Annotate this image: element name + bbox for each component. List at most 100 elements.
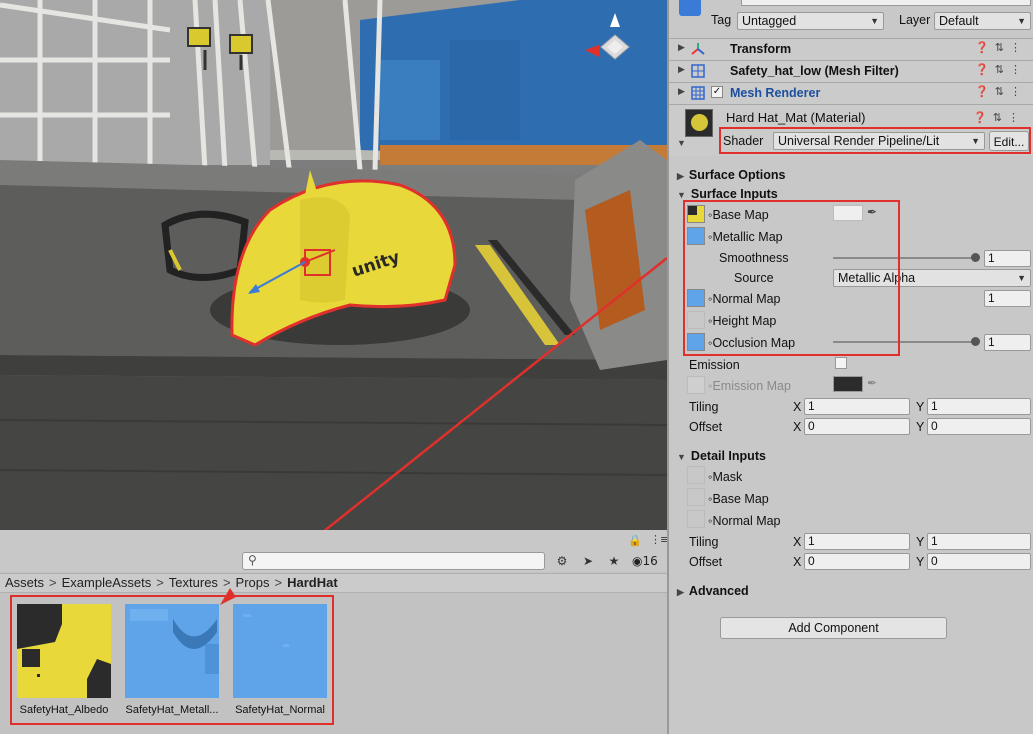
material-preview-icon (685, 109, 713, 137)
offset-y-field[interactable]: 0 (927, 418, 1031, 435)
scene-view[interactable]: unity (0, 0, 667, 530)
asset-grid: SafetyHat_Albedo SafetyHat_Metall... Saf… (0, 594, 667, 734)
layer-dropdown[interactable]: Default ▼ (934, 12, 1031, 30)
tag-dropdown[interactable]: Untagged ▼ (737, 12, 884, 30)
detail-offset-label: Offset (689, 555, 723, 569)
tag-value: Untagged (742, 14, 797, 28)
lock-icon[interactable]: 🔒 (628, 534, 642, 547)
offset-x-field[interactable]: 0 (804, 418, 910, 435)
breadcrumb: Assets > ExampleAssets > Textures > Props > Hard… (0, 573, 667, 593)
offset-label: Offset (689, 420, 723, 434)
detail-base-map-text: Base Map (712, 492, 769, 506)
advanced-foldout[interactable]: ▶ Advanced (677, 584, 749, 598)
component-transform[interactable]: ▶ Transform ❓⇅⋮ (669, 38, 1033, 60)
highlight-box-assets (10, 595, 334, 725)
foldout-arrow-icon: ▼ (677, 190, 686, 200)
detail-base-map-label: ◦Base Map (708, 492, 769, 506)
smoothness-slider-knob[interactable] (971, 253, 980, 262)
scene-render: unity (0, 0, 667, 530)
tiling-y-field[interactable]: 1 (927, 398, 1031, 415)
occlusion-slider-knob[interactable] (971, 337, 980, 346)
gameobject-icon (679, 0, 701, 16)
favorites-star-icon[interactable]: ★ (604, 552, 624, 570)
detail-normal-map-label: ◦Normal Map (708, 514, 781, 528)
detail-inputs-foldout[interactable]: ▼ Detail Inputs (677, 449, 766, 463)
smoothness-field[interactable]: 1 (984, 250, 1031, 267)
project-panel: 🔒 ⋮≡ ⚲ ⚙ ➤ ★ ◉16 Assets > ExampleAssets > Te… (0, 530, 669, 734)
detail-offset-y-field[interactable]: 0 (927, 553, 1031, 570)
eyedropper-icon[interactable]: ✒ (867, 376, 877, 390)
foldout-arrow-icon[interactable]: ▶ (678, 86, 685, 97)
normal-scale-field[interactable]: 1 (984, 290, 1031, 307)
mesh-filter-icon (691, 64, 705, 78)
breadcrumb-hardhat[interactable]: HardHat (287, 575, 338, 590)
hidden-packages-count[interactable]: ◉16 (632, 552, 658, 570)
enabled-checkbox[interactable]: ✓ (711, 86, 723, 98)
component-mesh-renderer[interactable]: ▶ ✓ Mesh Renderer ❓⇅⋮ (669, 82, 1033, 104)
y-label: Y (916, 535, 925, 549)
surface-inputs-foldout[interactable]: ▼ Surface Inputs (677, 187, 778, 201)
search-by-label-icon[interactable]: ➤ (578, 552, 598, 570)
foldout-arrow-icon: ▶ (677, 587, 684, 597)
emission-map-texture-slot[interactable] (687, 376, 705, 394)
inspector-panel: Tag Untagged ▼ Layer Default ▼ ▶ Transform… (667, 0, 1033, 734)
dropdown-arrow-icon: ▼ (1017, 16, 1026, 26)
name-field[interactable] (741, 0, 1031, 6)
material-tools[interactable]: ❓⇅⋮ (973, 111, 1025, 124)
chevron-right-icon: > (156, 575, 164, 590)
emission-label: Emission (689, 358, 740, 372)
surface-inputs-label: Surface Inputs (690, 187, 778, 201)
component-tools[interactable]: ❓⇅⋮ (975, 85, 1027, 98)
y-label: Y (916, 400, 925, 414)
component-mesh-filter[interactable]: ▶ Safety_hat_low (Mesh Filter) ❓⇅⋮ (669, 60, 1033, 82)
detail-offset-x-field[interactable]: 0 (804, 553, 910, 570)
add-component-button[interactable]: Add Component (720, 617, 947, 639)
dropdown-arrow-icon: ▼ (1017, 273, 1026, 283)
breadcrumb-exampleassets[interactable]: ExampleAssets (62, 575, 152, 590)
component-tools[interactable]: ❓⇅⋮ (975, 41, 1027, 54)
component-tools[interactable]: ❓⇅⋮ (975, 63, 1027, 76)
highlight-box-surface-inputs (683, 200, 900, 356)
detail-tiling-label: Tiling (689, 535, 719, 549)
foldout-arrow-icon[interactable]: ▶ (678, 64, 685, 75)
search-icon: ⚲ (248, 553, 257, 567)
search-by-type-icon[interactable]: ⚙ (552, 552, 572, 570)
chevron-right-icon: > (49, 575, 57, 590)
layer-value: Default (939, 14, 979, 28)
panel-menu-icon[interactable]: ⋮≡ (650, 533, 669, 546)
y-label: Y (916, 420, 925, 434)
advanced-label: Advanced (688, 584, 749, 598)
detail-tiling-x-field[interactable]: 1 (804, 533, 910, 550)
mask-texture-slot[interactable] (687, 466, 705, 484)
foldout-arrow-icon[interactable]: ▶ (678, 42, 685, 53)
detail-inputs-label: Detail Inputs (690, 449, 766, 463)
tiling-x-field[interactable]: 1 (804, 398, 910, 415)
project-toolbar: 🔒 ⋮≡ ⚲ ⚙ ➤ ★ ◉16 (0, 530, 669, 572)
emission-map-text: Emission Map (712, 379, 791, 393)
emission-checkbox[interactable] (835, 357, 847, 369)
component-title: Mesh Renderer (730, 86, 821, 100)
breadcrumb-assets[interactable]: Assets (5, 575, 44, 590)
foldout-arrow-icon[interactable]: ▼ (677, 138, 686, 148)
mesh-renderer-icon (691, 86, 705, 100)
eye-slash-icon: ◉ (632, 554, 643, 568)
transform-icon (691, 43, 705, 55)
surface-options-label: Surface Options (688, 168, 786, 182)
detail-tiling-y-field[interactable]: 1 (927, 533, 1031, 550)
x-label: X (793, 535, 802, 549)
x-label: X (793, 400, 802, 414)
detail-normal-map-texture-slot[interactable] (687, 510, 705, 528)
highlight-box-shader (719, 127, 1031, 154)
material-title: Hard Hat_Mat (Material) (726, 110, 866, 125)
emission-color-swatch[interactable] (833, 376, 863, 392)
component-title: Transform (730, 42, 792, 56)
search-input[interactable]: ⚲ (242, 552, 545, 570)
detail-base-map-texture-slot[interactable] (687, 488, 705, 506)
component-title: Safety_hat_low (Mesh Filter) (730, 64, 899, 78)
breadcrumb-props[interactable]: Props (236, 575, 270, 590)
occlusion-field[interactable]: 1 (984, 334, 1031, 351)
surface-options-foldout[interactable]: ▶ Surface Options (677, 168, 785, 182)
emission-map-label: ◦Emission Map (708, 379, 791, 393)
mask-label: ◦Mask (708, 470, 742, 484)
x-label: X (793, 420, 802, 434)
